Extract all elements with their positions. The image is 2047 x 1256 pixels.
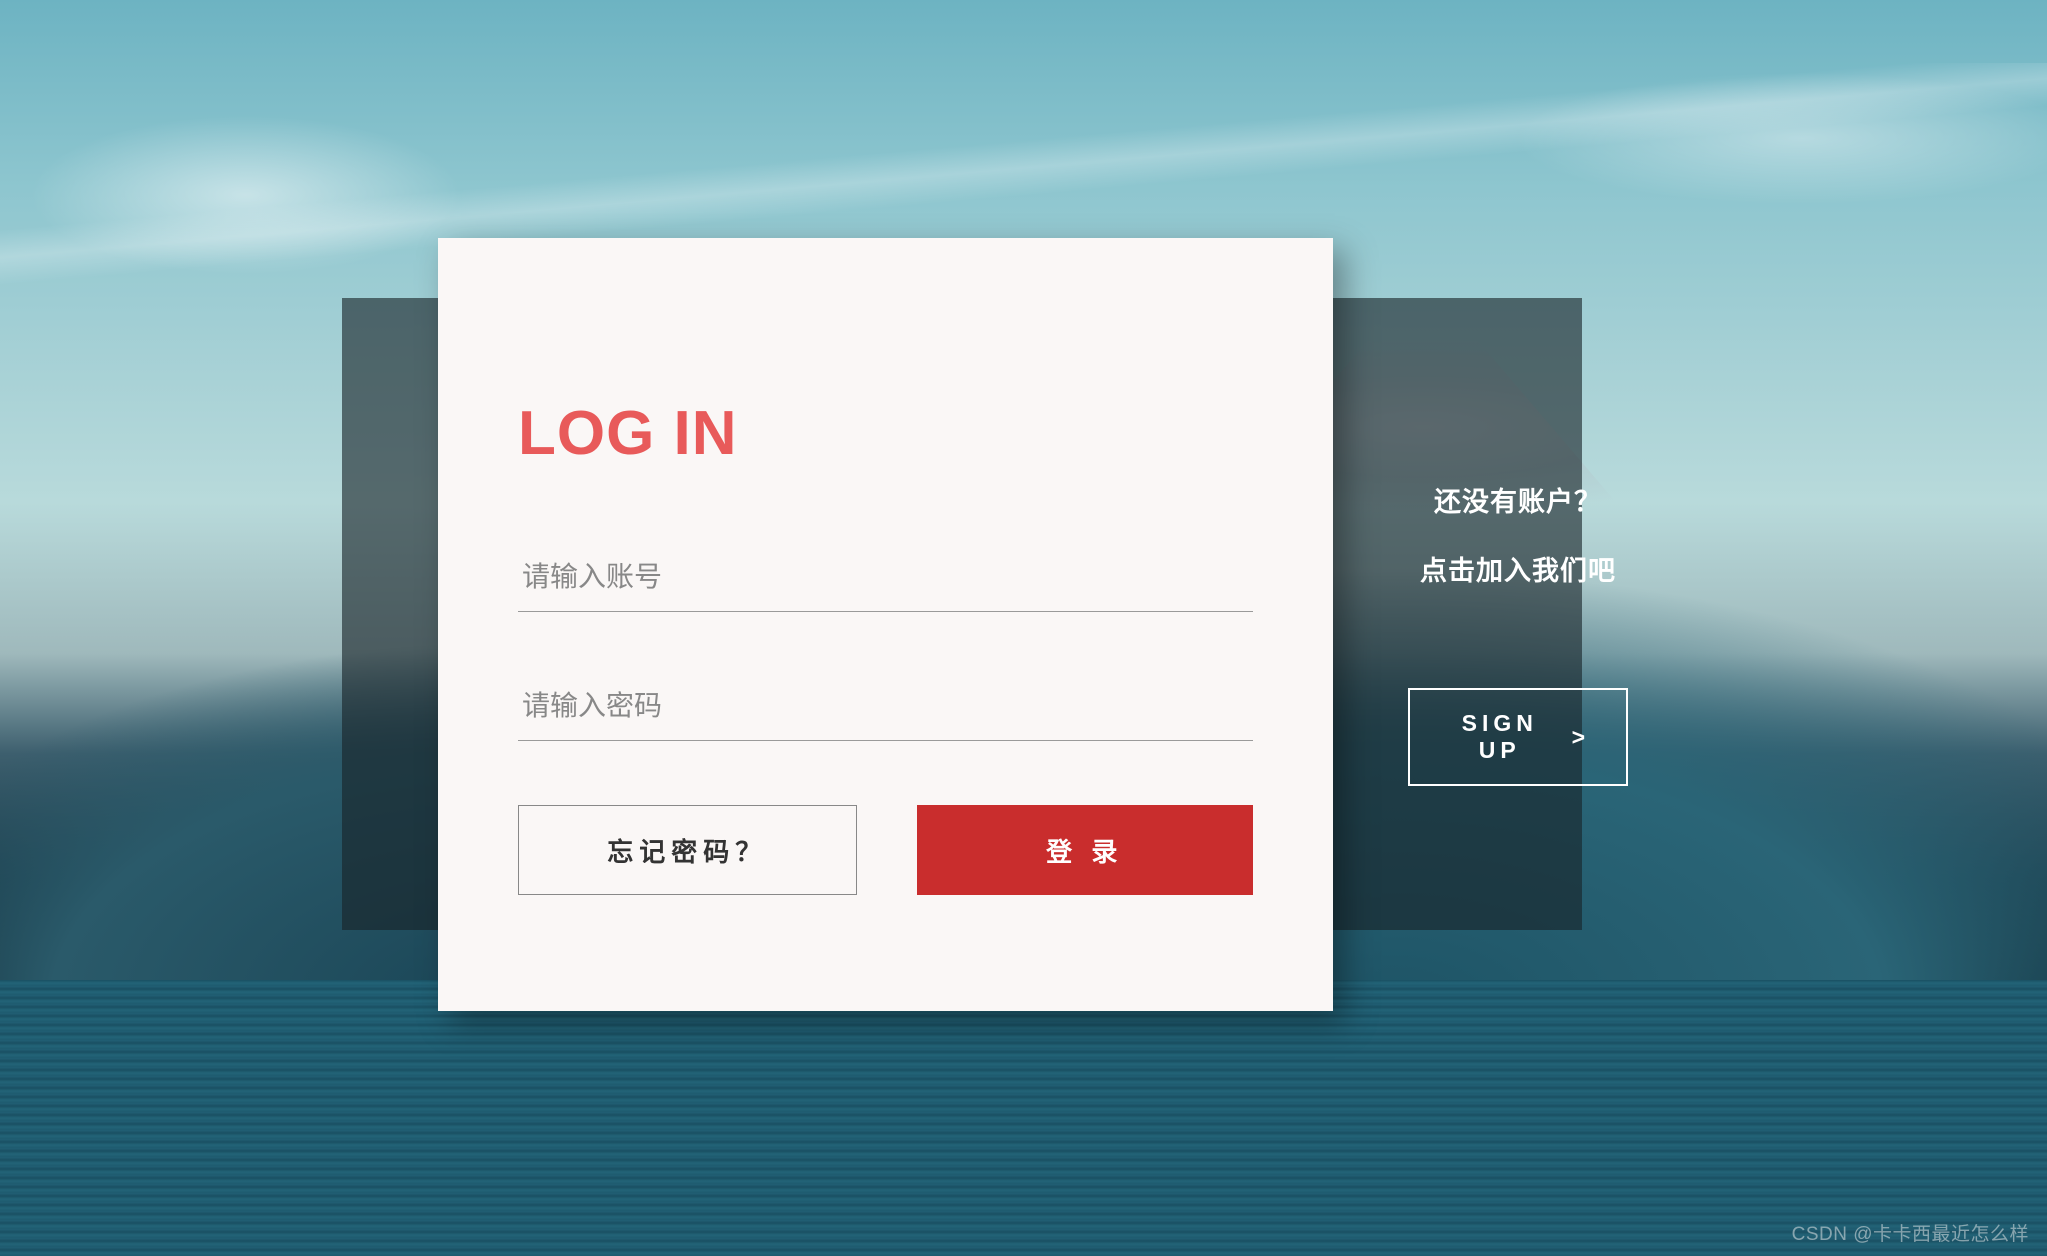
button-row: 忘记密码？ 登 录	[518, 805, 1253, 895]
signup-prompt-line2: 点击加入我们吧	[1408, 549, 1628, 588]
password-field-wrap	[518, 676, 1253, 741]
username-input[interactable]	[518, 547, 1253, 612]
login-card: LOG IN 忘记密码？ 登 录	[438, 238, 1333, 1011]
signup-button[interactable]: SIGN UP >	[1408, 688, 1628, 786]
water-shape	[0, 980, 2047, 1256]
signup-section: 还没有账户？ 点击加入我们吧 SIGN UP >	[1408, 480, 1628, 786]
username-field-wrap	[518, 547, 1253, 612]
signup-button-label: SIGN UP	[1446, 710, 1554, 764]
login-button[interactable]: 登 录	[917, 805, 1254, 895]
chevron-right-icon: >	[1572, 724, 1590, 751]
forgot-password-button[interactable]: 忘记密码？	[518, 805, 857, 895]
signup-prompt-line1: 还没有账户？	[1408, 480, 1628, 519]
password-input[interactable]	[518, 676, 1253, 741]
login-title: LOG IN	[518, 398, 1253, 469]
watermark-text: CSDN @卡卡西最近怎么样	[1792, 1219, 2029, 1246]
